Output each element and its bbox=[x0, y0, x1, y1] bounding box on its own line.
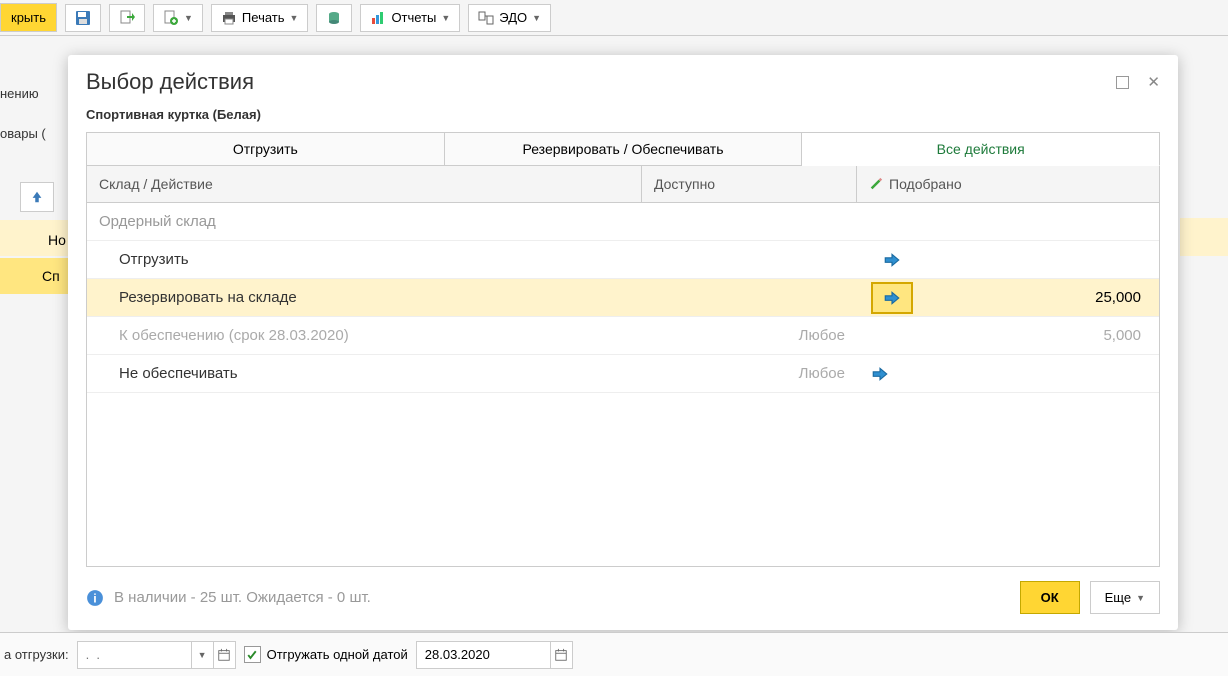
print-button[interactable]: Печать ▼ bbox=[211, 4, 309, 32]
col-warehouse-action[interactable]: Склад / Действие bbox=[87, 166, 642, 202]
calendar-button[interactable] bbox=[551, 641, 573, 669]
reports-label: Отчеты bbox=[391, 10, 436, 25]
pencil-icon bbox=[869, 177, 883, 191]
up-button[interactable] bbox=[20, 182, 54, 212]
arrow-button[interactable] bbox=[871, 358, 913, 390]
printer-icon bbox=[221, 10, 237, 26]
bg-text-1: нению bbox=[0, 86, 39, 101]
bg-text-3: Но bbox=[48, 232, 66, 248]
bg-text-4: Сп bbox=[42, 268, 60, 284]
table-row[interactable]: Не обеспечивать Любое bbox=[87, 355, 1159, 393]
tab-all-actions[interactable]: Все действия bbox=[802, 132, 1160, 166]
shipment-label: а отгрузки: bbox=[4, 647, 69, 662]
table-row[interactable]: Резервировать на складе 25,000 bbox=[87, 279, 1159, 317]
floppy-icon bbox=[75, 10, 91, 26]
bg-text-2: овары ( bbox=[0, 126, 46, 141]
reports-button[interactable]: Отчеты ▼ bbox=[360, 4, 460, 32]
doc-arrow-icon bbox=[119, 10, 135, 26]
calendar-icon bbox=[217, 648, 231, 662]
arrow-right-icon bbox=[883, 251, 901, 269]
single-date-input[interactable] bbox=[416, 641, 551, 669]
action-button-1[interactable] bbox=[109, 4, 145, 32]
database-icon bbox=[326, 10, 342, 26]
calendar-button[interactable] bbox=[214, 641, 236, 669]
exchange-icon bbox=[478, 10, 494, 26]
footer-status-text: В наличии - 25 шт. Ожидается - 0 шт. bbox=[114, 589, 1010, 606]
bottom-bar: а отгрузки: ▼ Отгружать одной датой bbox=[0, 632, 1228, 676]
chevron-down-icon: ▼ bbox=[290, 13, 299, 23]
dialog-subtitle: Спортивная куртка (Белая) bbox=[68, 103, 1178, 132]
single-date-checkbox[interactable]: Отгружать одной датой bbox=[244, 646, 408, 663]
print-label: Печать bbox=[242, 10, 285, 25]
more-button[interactable]: Еще ▼ bbox=[1090, 581, 1160, 614]
info-icon: i bbox=[86, 589, 104, 607]
col-available[interactable]: Доступно bbox=[642, 166, 857, 202]
table-body: Ордерный склад Отгрузить Резервировать н… bbox=[87, 203, 1159, 566]
arrow-button-selected[interactable] bbox=[871, 282, 913, 314]
close-icon[interactable]: ✕ bbox=[1147, 73, 1160, 91]
dialog-title: Выбор действия bbox=[86, 69, 254, 95]
arrow-button[interactable] bbox=[871, 244, 913, 276]
shipment-date-input[interactable] bbox=[77, 641, 192, 669]
arrow-right-icon bbox=[871, 365, 889, 383]
dialog-footer: i В наличии - 25 шт. Ожидается - 0 шт. О… bbox=[68, 567, 1178, 630]
check-icon bbox=[246, 649, 258, 661]
table-header: Склад / Действие Доступно Подобрано bbox=[87, 166, 1159, 203]
chevron-down-icon: ▼ bbox=[184, 13, 193, 23]
edo-label: ЭДО bbox=[499, 10, 527, 25]
tabs: Отгрузить Резервировать / Обеспечивать В… bbox=[86, 132, 1160, 166]
chevron-down-icon: ▼ bbox=[441, 13, 450, 23]
calendar-icon bbox=[554, 648, 568, 662]
dialog-header: Выбор действия ✕ bbox=[68, 55, 1178, 103]
chevron-down-icon: ▼ bbox=[532, 13, 541, 23]
main-toolbar: крыть ▼ Печать ▼ Отчеты ▼ ЭДО ▼ bbox=[0, 0, 1228, 36]
tab-ship[interactable]: Отгрузить bbox=[86, 132, 444, 166]
doc-plus-icon bbox=[163, 10, 179, 26]
table-row[interactable]: Отгрузить bbox=[87, 241, 1159, 279]
arrow-up-icon bbox=[30, 190, 44, 204]
table-group-row[interactable]: Ордерный склад bbox=[87, 203, 1159, 241]
db-button[interactable] bbox=[316, 4, 352, 32]
maximize-icon[interactable] bbox=[1116, 76, 1129, 89]
table-row[interactable]: К обеспечению (срок 28.03.2020) Любое 5,… bbox=[87, 317, 1159, 355]
close-button[interactable]: крыть bbox=[0, 3, 57, 32]
chevron-down-icon: ▼ bbox=[198, 650, 207, 660]
actions-table: Склад / Действие Доступно Подобрано Орде… bbox=[86, 165, 1160, 567]
ok-button[interactable]: ОК bbox=[1020, 581, 1080, 614]
chevron-down-icon: ▼ bbox=[1136, 593, 1145, 603]
col-selected[interactable]: Подобрано bbox=[857, 166, 1159, 202]
chart-icon bbox=[370, 10, 386, 26]
arrow-right-icon bbox=[883, 289, 901, 307]
svg-text:i: i bbox=[93, 591, 96, 605]
action-button-2[interactable]: ▼ bbox=[153, 4, 203, 32]
save-button[interactable] bbox=[65, 4, 101, 32]
tab-reserve[interactable]: Резервировать / Обеспечивать bbox=[444, 132, 803, 166]
action-select-dialog: Выбор действия ✕ Спортивная куртка (Бела… bbox=[68, 55, 1178, 630]
edo-button[interactable]: ЭДО ▼ bbox=[468, 4, 551, 32]
date-dropdown-button[interactable]: ▼ bbox=[192, 641, 214, 669]
